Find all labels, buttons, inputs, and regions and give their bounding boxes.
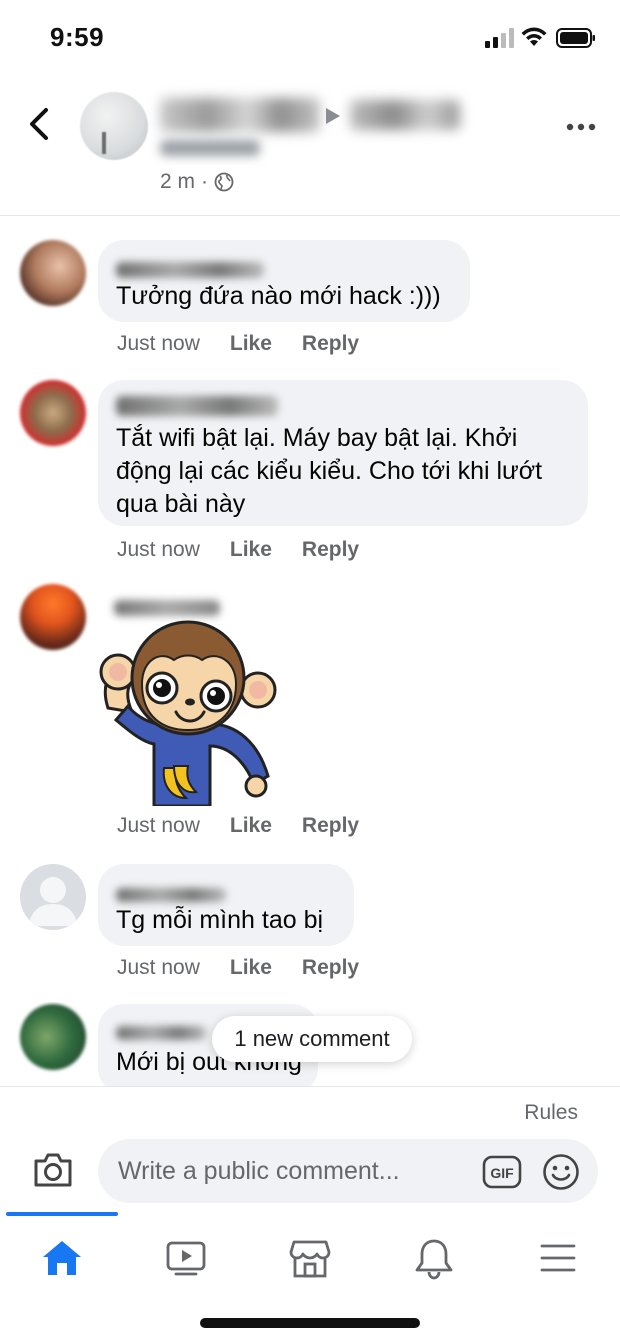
back-arrow-icon[interactable] <box>24 106 56 142</box>
battery-icon <box>556 28 595 48</box>
comment-actions: Just now Like Reply <box>117 538 359 562</box>
commenter-avatar[interactable] <box>20 240 86 306</box>
comment-actions: Just now Like Reply <box>117 956 359 980</box>
marketplace-icon <box>289 1240 331 1278</box>
like-button[interactable]: Like <box>230 956 272 980</box>
wifi-icon <box>521 27 547 46</box>
post-header: 2 m · <box>0 80 620 216</box>
home-icon <box>43 1241 81 1275</box>
post-time: 2 m <box>160 170 196 193</box>
meta-separator: · <box>201 170 209 193</box>
commenter-avatar[interactable] <box>20 1004 86 1070</box>
notifications-icon <box>415 1239 453 1280</box>
new-comment-toast[interactable]: 1 new comment <box>212 1016 412 1062</box>
author-avatar[interactable] <box>80 92 148 160</box>
commenter-name-blurred[interactable] <box>116 396 278 416</box>
comment: Just now Like Reply <box>0 582 620 852</box>
commenter-name-blurred[interactable] <box>114 600 220 616</box>
watch-icon <box>166 1241 206 1276</box>
commenter-avatar[interactable] <box>20 864 86 930</box>
globe-icon <box>214 172 234 192</box>
comment-bubble: Tưởng đứa nào mới hack :))) <box>98 240 470 322</box>
nav-marketplace[interactable] <box>286 1234 334 1282</box>
commenter-avatar[interactable] <box>20 584 86 650</box>
default-avatar-icon <box>28 877 78 926</box>
comment-bubble: Tắt wifi bật lại. Máy bay bật lại. Khởi … <box>98 380 588 526</box>
menu-icon <box>540 1244 576 1272</box>
status-time: 9:59 <box>50 22 105 52</box>
monkey-sticker[interactable] <box>98 620 278 806</box>
nav-home[interactable] <box>38 1234 86 1282</box>
commenter-avatar[interactable] <box>20 380 86 446</box>
reply-button[interactable]: Reply <box>302 814 359 838</box>
author-subtitle-blurred <box>160 140 260 156</box>
nav-menu[interactable] <box>534 1234 582 1282</box>
gif-label: GIF <box>490 1165 514 1181</box>
comment-time: Just now <box>117 956 200 979</box>
emoji-icon[interactable] <box>542 1153 580 1191</box>
author-name-blurred[interactable] <box>160 98 320 132</box>
comment: Tắt wifi bật lại. Máy bay bật lại. Khởi … <box>0 378 620 578</box>
gif-icon[interactable]: GIF <box>482 1155 522 1189</box>
comment-bubble: Tg mỗi mình tao bị <box>98 864 354 946</box>
comment-actions: Just now Like Reply <box>117 332 359 356</box>
comment: Tưởng đứa nào mới hack :))) Just now Lik… <box>0 238 620 368</box>
comment-time: Just now <box>117 538 200 561</box>
comment-time: Just now <box>117 332 200 355</box>
nav-watch[interactable] <box>162 1234 210 1282</box>
reply-button[interactable]: Reply <box>302 538 359 562</box>
reply-button[interactable]: Reply <box>302 332 359 356</box>
comment-input[interactable]: Write a public comment... <box>98 1139 598 1203</box>
share-arrow-icon <box>326 108 340 124</box>
post-meta: 2 m · <box>160 170 234 194</box>
comment-text: Tưởng đứa nào mới hack :))) <box>116 282 441 310</box>
comment-text: Tg mỗi mình tao bị <box>116 906 324 934</box>
camera-icon[interactable] <box>32 1151 74 1189</box>
more-options-icon[interactable] <box>566 120 596 134</box>
like-button[interactable]: Like <box>230 332 272 356</box>
status-bar: 9:59 <box>0 0 620 80</box>
commenter-name-blurred[interactable] <box>116 1026 206 1040</box>
group-name-blurred[interactable] <box>350 100 460 130</box>
commenter-name-blurred[interactable] <box>116 262 264 278</box>
nav-notifications[interactable] <box>410 1234 458 1282</box>
home-indicator <box>200 1318 420 1328</box>
signal-icon <box>485 28 514 48</box>
comment-text: Tắt wifi bật lại. Máy bay bật lại. Khởi … <box>116 424 543 518</box>
bottom-nav <box>0 1212 620 1342</box>
comment-composer: Rules Write a public comment... GIF <box>0 1086 620 1212</box>
like-button[interactable]: Like <box>230 814 272 838</box>
active-tab-indicator <box>6 1212 118 1216</box>
rules-link[interactable]: Rules <box>524 1101 578 1125</box>
comment: Tg mỗi mình tao bị Just now Like Reply <box>0 862 620 992</box>
like-button[interactable]: Like <box>230 538 272 562</box>
commenter-name-blurred[interactable] <box>116 888 226 902</box>
reply-button[interactable]: Reply <box>302 956 359 980</box>
comment-time: Just now <box>117 814 200 837</box>
comment-actions: Just now Like Reply <box>117 814 359 838</box>
